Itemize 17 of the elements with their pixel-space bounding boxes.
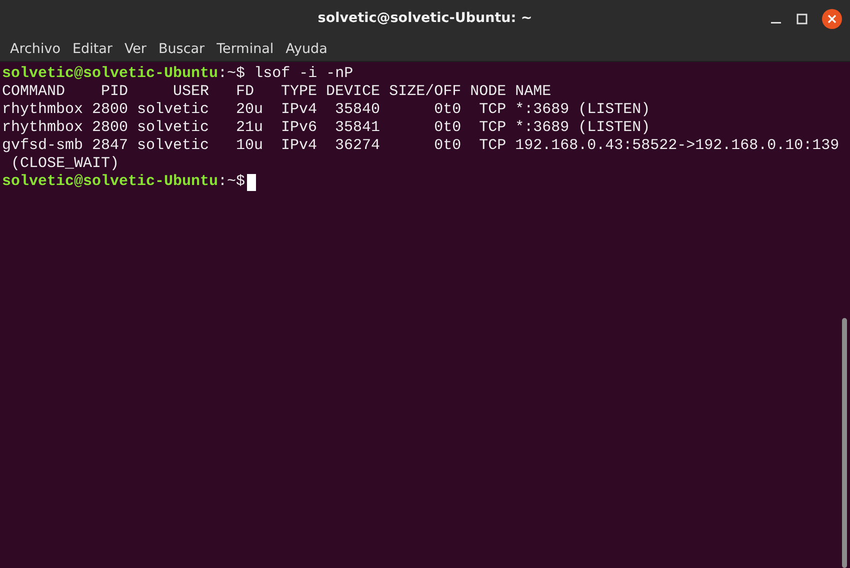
prompt-line: solvetic@solvetic-Ubuntu:~$ [1, 173, 246, 191]
menu-item[interactable]: Editar [66, 38, 118, 60]
prompt-line: solvetic@solvetic-Ubuntu:~$ lsof -i -nP [1, 65, 354, 83]
output-line: COMMAND PID USER FD TYPE DEVICE SIZE/OFF NODE NAME [1, 83, 552, 101]
output-line: gvfsd-smb 2847 solvetic 10u IPv4 36274 0t0 TCP 192.168.0.43:58522->192.168.0.10:139 [1, 137, 840, 155]
close-icon[interactable] [822, 8, 842, 28]
window-title: solvetic@solvetic-Ubuntu: ~ [318, 9, 532, 28]
menu-item[interactable]: Buscar [152, 38, 211, 60]
menu-item[interactable]: Ver [118, 38, 152, 60]
menu-item[interactable]: Archivo [4, 38, 66, 60]
output-line: (CLOSE_WAIT) [10, 155, 120, 173]
scrollbar[interactable] [842, 318, 847, 568]
output-line: rhythmbox 2800 solvetic 21u IPv6 35841 0t0 TCP *:3689 (LISTEN) [1, 119, 650, 137]
menu-item[interactable]: Terminal [210, 38, 280, 60]
menu-item[interactable]: Ayuda [280, 38, 334, 60]
output-line: rhythmbox 2800 solvetic 20u IPv4 35840 0t0 TCP *:3689 (LISTEN) [1, 101, 650, 119]
maximize-icon[interactable] [796, 12, 808, 24]
